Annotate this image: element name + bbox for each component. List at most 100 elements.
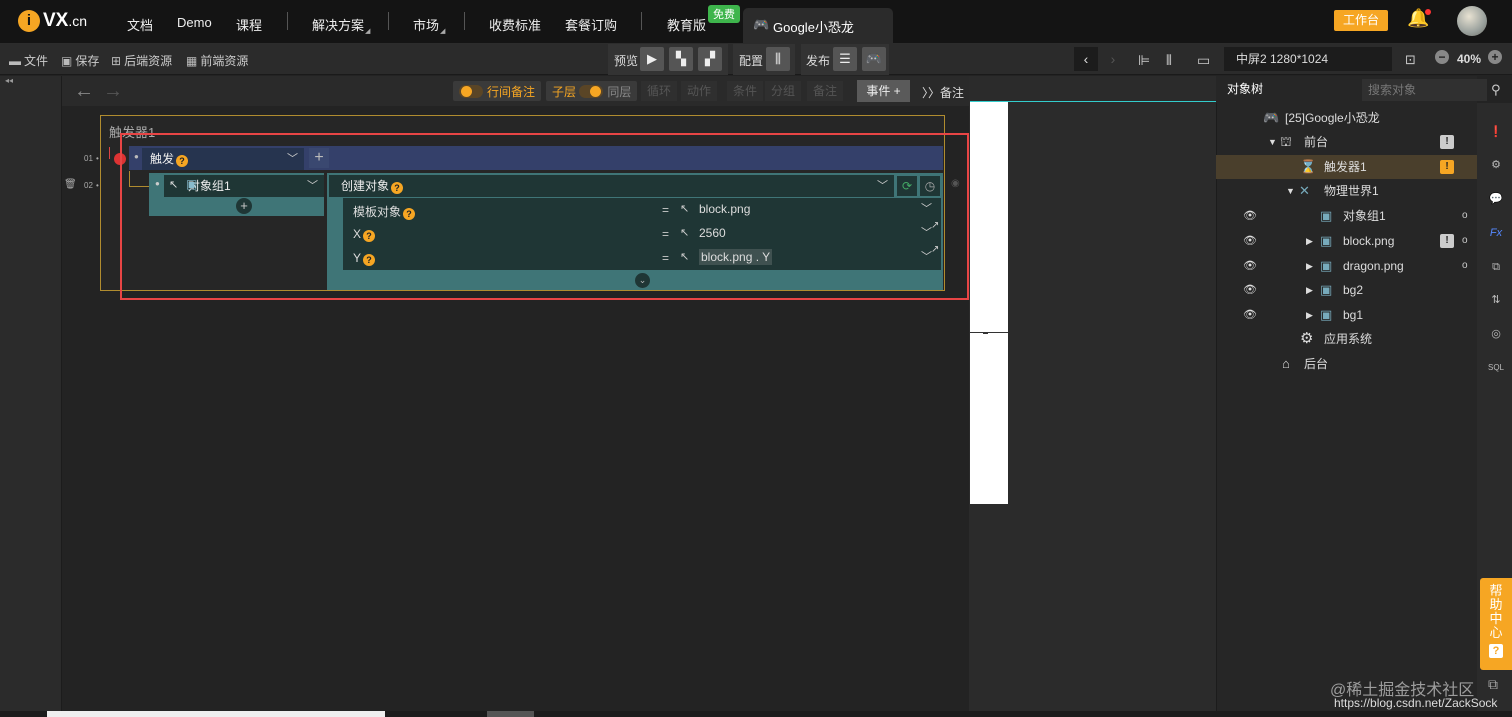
save-button[interactable]: ▣ 保存 <box>61 52 99 69</box>
zoom-out-icon[interactable]: − <box>1435 50 1449 64</box>
toggle-switch <box>459 85 483 98</box>
gamepad-icon[interactable]: 🎮 <box>862 47 886 71</box>
nav-divider <box>388 12 389 30</box>
caret-icon: ◢ <box>365 28 371 35</box>
horizontal-scrollbar-thumb[interactable] <box>487 711 534 717</box>
tree-item-backstage[interactable]: ⌂ 后台 <box>1216 352 1477 376</box>
tree-item-bg1[interactable]: 👁 ▶ ▣ bg1 <box>1216 303 1477 327</box>
nav-demo[interactable]: Demo <box>177 15 212 30</box>
add-condition-button[interactable]: 条件 <box>727 81 764 101</box>
nav-pricing[interactable]: 收费标准 <box>489 15 541 34</box>
inline-note-toggle[interactable]: 行间备注 <box>453 81 542 101</box>
tree-item-dragon[interactable]: 👁 ▶ ▣ dragon.png o <box>1216 254 1477 278</box>
child-layer-toggle[interactable]: 子层 同层 <box>546 81 638 101</box>
nav-market[interactable]: 市场◢ <box>413 15 445 35</box>
tree-item-app-system[interactable]: ⚙ 应用系统 <box>1216 327 1477 351</box>
eye-icon[interactable]: 👁 <box>1243 254 1257 278</box>
logo-text[interactable]: VX.cn <box>43 10 87 32</box>
tree-item-physics-world[interactable]: ▼ ✕ 物理世界1 <box>1216 179 1477 203</box>
fit-screen-icon[interactable]: ⊡ <box>1405 52 1416 68</box>
stage-canvas[interactable] <box>970 102 1008 504</box>
eye-icon[interactable]: 👁 <box>1243 303 1257 327</box>
folder-icon: ▬ <box>9 54 21 68</box>
info-badge-icon: ! <box>1440 160 1454 174</box>
tab-object-tree[interactable]: 对象树 <box>1216 76 1336 103</box>
toggle-switch <box>579 85 604 98</box>
info-icon[interactable]: ❗ <box>1487 123 1505 141</box>
screen-size-select[interactable]: 中屏2 1280*1024 <box>1224 47 1392 71</box>
copy-icon[interactable]: ⧉ <box>1487 258 1505 276</box>
cloud-icon[interactable]: ◎ <box>1487 325 1505 343</box>
tree-item-block[interactable]: 👁 ▶ ▣ block.png ! o <box>1216 229 1477 253</box>
nav-docs[interactable]: 文档 <box>127 15 153 34</box>
logo-icon[interactable]: i <box>18 10 40 32</box>
image-icon: ▣ <box>1320 307 1333 322</box>
notification-dot <box>1425 9 1431 15</box>
expand-triangle-icon[interactable]: ▶ <box>1306 303 1313 327</box>
frontend-resources-button[interactable]: ▦ 前端资源 <box>186 52 248 69</box>
forward-arrow-icon[interactable]: → <box>103 80 123 103</box>
settings-icon[interactable]: ⚙ <box>1487 156 1505 174</box>
eye-icon[interactable]: 👁 <box>1243 204 1257 228</box>
nav-education[interactable]: 教育版 <box>667 15 706 34</box>
event-subbar: ← → 行间备注 子层 同层 循环 动作 条件 分组 备注 事件 + 〉〉备注 <box>62 76 969 106</box>
align-icon[interactable]: ⊫ <box>1138 52 1150 69</box>
search-icon[interactable]: ⚲ <box>1491 82 1501 98</box>
add-action-button[interactable]: 动作 <box>681 81 718 101</box>
horizontal-scrollbar-thumb[interactable] <box>47 711 385 717</box>
function-icon[interactable]: Fx <box>1487 224 1505 242</box>
add-group-button[interactable]: 分组 <box>765 81 802 101</box>
tree-item-frontstage[interactable]: ▼ ⛫ 前台 ! <box>1216 130 1477 154</box>
tree-item-trigger[interactable]: ⌛ 触发器1 ! <box>1216 155 1477 179</box>
chat-icon[interactable]: 💬 <box>1487 190 1505 208</box>
back-arrow-icon[interactable]: ← <box>74 80 94 103</box>
tree-item-bg2[interactable]: 👁 ▶ ▣ bg2 <box>1216 278 1477 302</box>
nav-solutions[interactable]: 解决方案◢ <box>312 15 370 35</box>
expand-triangle-icon[interactable]: ▶ <box>1306 229 1313 253</box>
info-badge-icon: ! <box>1440 135 1454 149</box>
eye-icon[interactable]: 👁 <box>1243 278 1257 302</box>
workbench-button[interactable]: 工作台 <box>1334 10 1388 31</box>
trash-icon[interactable]: 🗑 <box>64 179 77 190</box>
avatar[interactable] <box>1457 6 1487 36</box>
expand-triangle-icon[interactable]: ▼ <box>1268 130 1277 154</box>
share-qrcode-icon[interactable]: ▞ <box>698 47 722 71</box>
image-icon: ▣ <box>1320 258 1333 273</box>
search-input[interactable]: 搜索对象 <box>1362 79 1487 101</box>
redo-arrow-icon[interactable]: › <box>1101 47 1125 71</box>
notes-panel-button[interactable]: 〉〉备注 <box>922 84 964 101</box>
tree-item-project[interactable]: 🎮 [25]Google小恐龙 <box>1216 106 1477 130</box>
add-event-button[interactable]: 事件 + <box>857 80 910 102</box>
list-icon[interactable]: ☰ <box>833 47 857 71</box>
gamepad-icon: 🎮 <box>1263 110 1280 125</box>
eye-icon[interactable]: 👁 <box>1243 229 1257 253</box>
help-center-button[interactable]: 帮助中心 ? <box>1480 578 1512 670</box>
file-menu[interactable]: ▬ 文件 <box>9 52 48 69</box>
add-note-button[interactable]: 备注 <box>807 81 844 101</box>
sql-icon[interactable]: SQL <box>1487 359 1505 377</box>
zoom-in-icon[interactable]: + <box>1488 50 1502 64</box>
add-loop-button[interactable]: 循环 <box>641 81 678 101</box>
row-dot: • <box>96 154 99 163</box>
expand-triangle-icon[interactable]: ▶ <box>1306 254 1313 278</box>
expand-triangle-icon[interactable]: ▶ <box>1306 278 1313 302</box>
undo-arrow-icon[interactable]: ‹ <box>1074 47 1098 71</box>
screen-icon[interactable]: ▭ <box>1197 52 1210 69</box>
top-nav-bar: i VX.cn 文档 Demo 课程 解决方案◢ 市场◢ 收费标准 套餐订购 教… <box>0 0 1512 44</box>
nav-courses[interactable]: 课程 <box>236 15 262 34</box>
caret-icon: ◢ <box>440 28 446 35</box>
tree-item-object-group[interactable]: 👁 ▣ 对象组1 o <box>1216 204 1477 228</box>
sliders-icon[interactable]: ⫼ <box>766 47 790 71</box>
collapse-icon[interactable]: ◂◂ <box>5 76 13 85</box>
distribute-icon[interactable]: ⫴ <box>1166 52 1172 69</box>
swap-icon[interactable]: ⇅ <box>1487 291 1505 309</box>
tab-project[interactable]: 🎮 Google小恐龙 <box>743 8 893 44</box>
backend-resources-button[interactable]: ⊞ 后端资源 <box>111 52 172 69</box>
nav-subscribe[interactable]: 套餐订购 <box>565 15 617 34</box>
question-icon: ? <box>1489 644 1503 658</box>
copy-icon[interactable]: ⧉ <box>1488 676 1498 693</box>
qrcode-icon[interactable]: ▚ <box>669 47 693 71</box>
expand-triangle-icon[interactable]: ▼ <box>1286 179 1295 203</box>
preview-label: 预览 <box>614 54 639 68</box>
play-icon[interactable]: ▶ <box>640 47 664 71</box>
